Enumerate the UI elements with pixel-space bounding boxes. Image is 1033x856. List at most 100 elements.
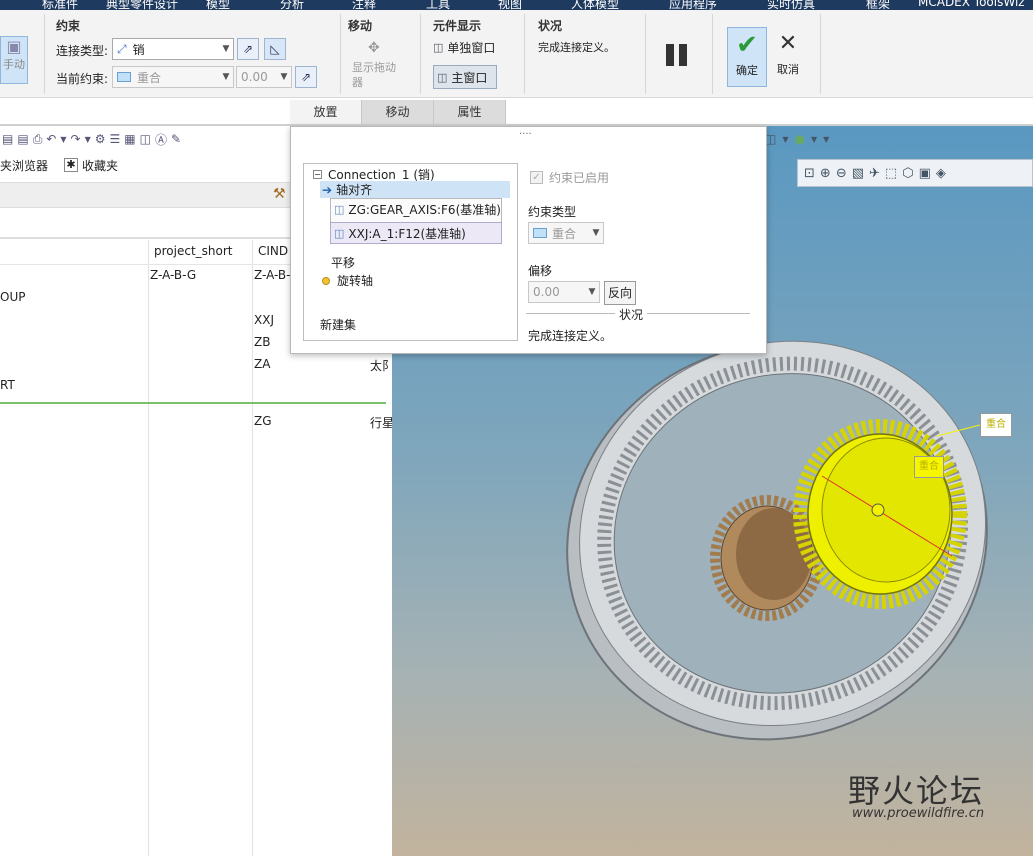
text-icon[interactable]: Ⓐ [155, 131, 167, 148]
print-icon[interactable]: ⎙ [33, 132, 43, 147]
tools-icon[interactable]: ⚒ [273, 186, 286, 202]
flip-icon[interactable]: ⇗ [295, 66, 317, 88]
reference-item[interactable]: ◫ ZG:GEAR_AXIS:F6(基准轴) [334, 201, 501, 218]
chevron-down-icon[interactable]: ▼ [782, 135, 788, 144]
table-cell: RT [0, 378, 15, 392]
status-section-title: 状况 [615, 306, 648, 323]
new-set-link[interactable]: 新建集 [320, 316, 356, 333]
arrow-right-icon: ➔ [322, 182, 333, 197]
coincident-callout[interactable]: 重合 [980, 413, 1012, 437]
offset-field-value: 0.00 [533, 285, 560, 299]
orient-icon[interactable]: ✈ [869, 166, 880, 181]
folder-browser-tab[interactable]: 夹浏览器 [0, 157, 48, 174]
zoom-fit-icon[interactable]: ⊡ [804, 166, 815, 181]
constraint-type-select[interactable]: 重合 ▼ [528, 222, 604, 244]
zoom-out-icon[interactable]: ⊖ [836, 166, 847, 181]
ribbon-tabs: 放置 移动 属性 [290, 100, 506, 124]
coincident-callout[interactable]: 重合 [914, 456, 944, 478]
flip-button[interactable]: 反向 [604, 281, 636, 305]
axis-align-node[interactable]: ➔ 轴对齐 [320, 181, 510, 198]
panel-handle[interactable]: ···· [519, 129, 532, 140]
move-group-title: 移动 [348, 19, 373, 33]
table-cell: 行星 [370, 416, 395, 430]
ok-button[interactable]: ✔ 确定 [727, 27, 767, 87]
chevron-down-icon[interactable]: ▼ [85, 135, 91, 144]
reference-item[interactable]: ◫ XXJ:A_1:F12(基准轴) [334, 225, 466, 242]
toggle-constraint-icon[interactable]: ◺ [264, 38, 286, 60]
table-cell: Z-A-B- [254, 268, 291, 282]
menu-item[interactable]: MCADEX ToolsWiz [918, 0, 1025, 9]
paint-icon[interactable]: ✎ [171, 132, 181, 146]
camera-icon[interactable]: ▣ [919, 166, 931, 181]
menu-item[interactable]: 人体模型 [571, 0, 619, 10]
collapse-icon[interactable]: − [313, 170, 322, 179]
doc-icon[interactable]: ▦ [124, 132, 135, 146]
offset-input[interactable]: 0.00 ▼ [236, 66, 292, 88]
tab-placement[interactable]: 放置 [290, 100, 362, 124]
menu-item[interactable]: 框架 [866, 0, 890, 10]
axis-align-label: 轴对齐 [336, 183, 373, 197]
column-header[interactable]: CIND [258, 244, 288, 258]
main-window-label: 主窗口 [451, 70, 488, 85]
tab-move[interactable]: 移动 [362, 100, 434, 124]
regenerate-icon[interactable]: ⚙ [95, 132, 106, 146]
tree-icon[interactable]: ☰ [110, 132, 121, 146]
pause-icon [679, 44, 687, 66]
dragger-icon: ✥ [368, 40, 380, 56]
appearance-icon[interactable]: ● [795, 132, 805, 146]
favorites-tab[interactable]: ✱ 收藏夹 [64, 157, 118, 174]
save-as-icon[interactable]: ▤ [17, 132, 28, 146]
flip-connection-icon[interactable]: ⇗ [237, 38, 259, 60]
ribbon: ▣ 手动 约束 连接类型: ⤢ 销 ▼ ⇗ ◺ 当前约束: 重合 ▼ 0.00 … [0, 10, 1033, 98]
menu-item[interactable]: 视图 [498, 0, 522, 10]
menu-item[interactable]: 标准件 [42, 0, 78, 10]
undo-icon[interactable]: ↶ [46, 132, 56, 146]
table-cell: XXJ [254, 313, 274, 327]
main-window-button[interactable]: ◫ 主窗口 [433, 65, 497, 89]
status-group-title: 状况 [538, 19, 563, 33]
menu-item[interactable]: 注释 [352, 0, 376, 10]
show-dragger-button[interactable]: 显示拖动器 [352, 60, 404, 90]
chevron-down-icon[interactable]: ▼ [60, 135, 66, 144]
divider [524, 14, 525, 94]
conn-type-select[interactable]: ⤢ 销 ▼ [112, 38, 234, 60]
menu-item[interactable]: 分析 [280, 0, 304, 10]
offset-field[interactable]: 0.00 ▼ [528, 281, 600, 303]
display-style-icon[interactable]: ◈ [936, 166, 946, 181]
manual-button[interactable]: ▣ 手动 [0, 36, 28, 84]
column-divider [252, 240, 253, 856]
translate-node[interactable]: 平移 [331, 254, 355, 271]
chevron-down-icon: ▼ [222, 72, 230, 82]
repaint-icon[interactable]: ▧ [852, 166, 864, 181]
forum-watermark-url: www.proewildfire.cn [852, 806, 985, 821]
save-icon[interactable]: ▤ [2, 132, 13, 146]
current-constraint-select[interactable]: 重合 ▼ [112, 66, 234, 88]
menu-item[interactable]: 工具 [426, 0, 450, 10]
constraint-enabled-checkbox[interactable]: ✓ 约束已启用 [530, 169, 609, 186]
chevron-down-icon: ▼ [280, 72, 288, 82]
window-icon[interactable]: ◫ [140, 132, 151, 146]
chevron-down-icon[interactable]: ▼ [811, 135, 817, 144]
divider [44, 14, 45, 94]
menu-item[interactable]: 模型 [206, 0, 230, 10]
divider [820, 14, 821, 94]
top-menu-bar: 标准件 典型零件设计 模型 分析 注释 工具 视图 人体模型 应用程序 实时仿真… [0, 0, 1033, 10]
menu-item[interactable]: 应用程序 [669, 0, 717, 10]
cube-icon[interactable]: ⬚ [885, 166, 897, 181]
separate-window-button[interactable]: ◫ 单独窗口 [433, 39, 495, 56]
saved-views-icon[interactable]: ⬡ [902, 166, 913, 181]
column-divider [148, 240, 149, 856]
cancel-button[interactable]: ✕ 取消 [770, 27, 806, 87]
constraint-type-label: 约束类型 [528, 205, 577, 219]
tab-properties[interactable]: 属性 [434, 100, 506, 124]
menu-item[interactable]: 典型零件设计 [106, 0, 178, 10]
redo-icon[interactable]: ↷ [71, 132, 81, 146]
zoom-in-icon[interactable]: ⊕ [820, 166, 831, 181]
rotation-axis-node[interactable]: 旋转轴 [322, 272, 373, 289]
chevron-down-icon[interactable]: ▼ [823, 135, 829, 144]
coincident-icon [117, 72, 131, 82]
column-header[interactable]: project_short [154, 244, 233, 258]
current-constraint-value: 重合 [137, 70, 162, 85]
menu-item[interactable]: 实时仿真 [767, 0, 815, 10]
pause-button[interactable] [666, 44, 690, 68]
